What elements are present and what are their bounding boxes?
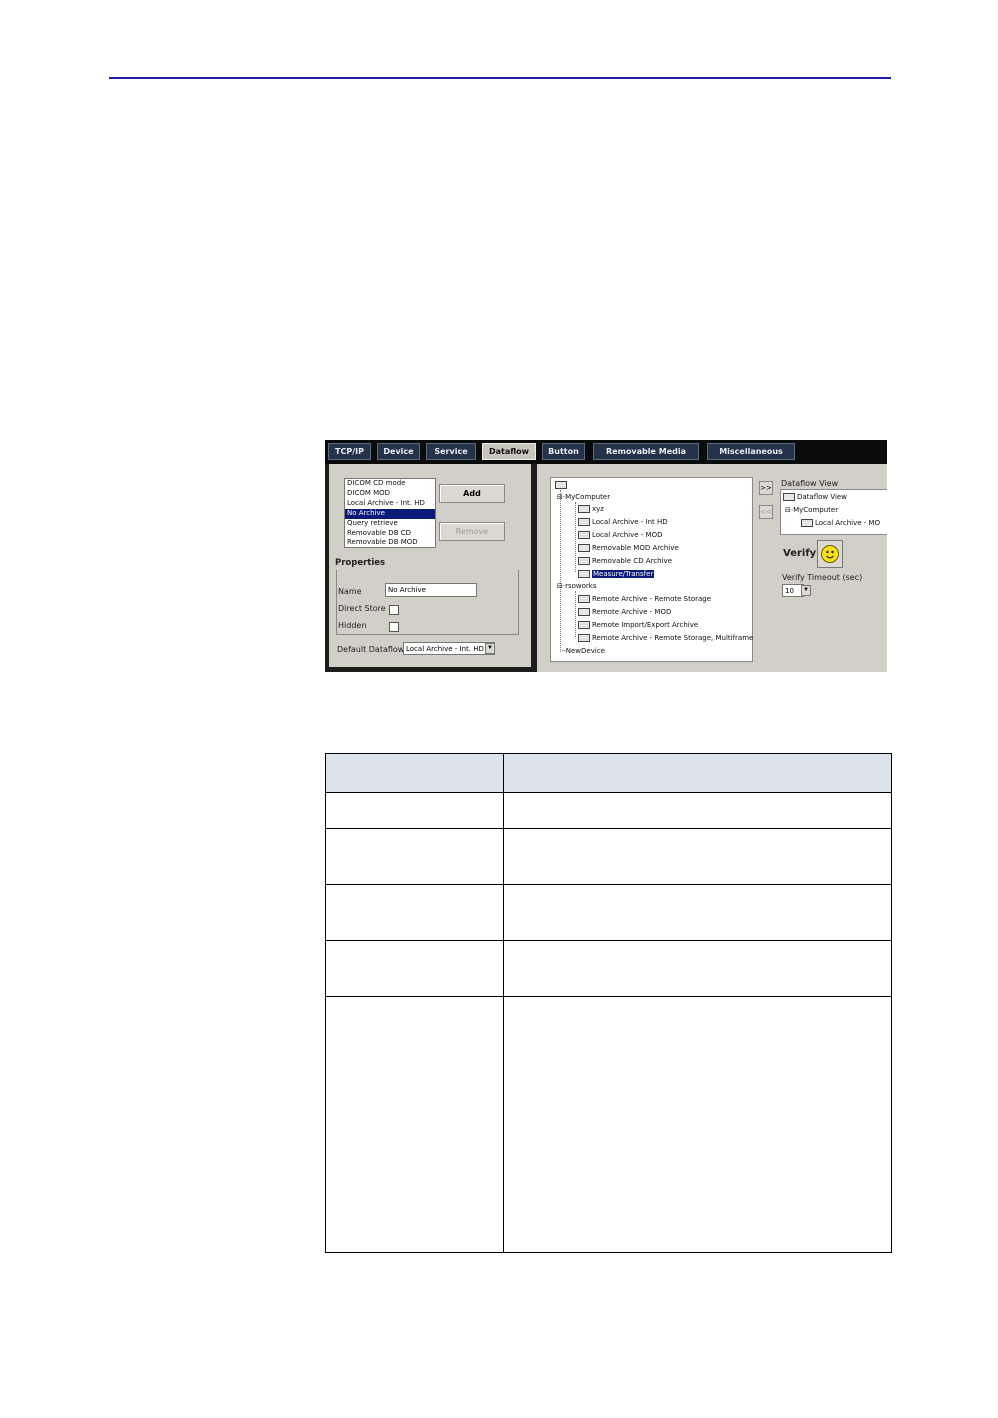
list-item[interactable]: Removable DB MOD [345, 538, 435, 548]
tree-node-mycomputer[interactable]: ⊟· MyComputer [557, 493, 610, 501]
storage-icon [578, 634, 590, 642]
storage-icon [578, 518, 590, 526]
table-row [325, 884, 892, 941]
verify-button[interactable] [817, 540, 843, 568]
tab-dataflow[interactable]: Dataflow [482, 443, 536, 460]
table-row [325, 996, 892, 1253]
tree-item[interactable]: Remote Archive - Remote Storage [578, 595, 711, 603]
printer-icon [578, 505, 590, 513]
properties-label: Properties [335, 558, 386, 568]
header-rule [109, 77, 891, 79]
list-item-selected[interactable]: No Archive [345, 508, 435, 519]
chevron-down-icon[interactable]: ▼ [801, 585, 811, 596]
table-header-row [325, 753, 892, 793]
list-item[interactable]: Local Archive - Int. HD [345, 499, 435, 509]
tab-tcpip[interactable]: TCP/IP [328, 443, 371, 460]
table-cell [325, 828, 504, 885]
tree-item[interactable]: Local Archive - Int HD [578, 518, 668, 526]
table-cell [325, 940, 504, 997]
tab-removable-media[interactable]: Removable Media [593, 443, 699, 460]
table-cell [325, 792, 504, 829]
dataflow-config-screenshot: TCP/IP Device Service Dataflow Button Re… [325, 440, 887, 672]
tree-item[interactable]: Local Archive - MOD [578, 531, 662, 539]
smiley-icon [821, 545, 839, 563]
hidden-checkbox[interactable] [389, 622, 399, 632]
list-item[interactable]: Removable DB CD [345, 529, 435, 539]
direct-store-checkbox[interactable] [389, 605, 399, 615]
list-item[interactable]: Query retrieve [345, 519, 435, 529]
table-cell [325, 884, 504, 941]
tree-item[interactable]: ⊟· MyComputer [785, 506, 838, 514]
verify-label: Verify [783, 548, 817, 559]
table-cell [503, 884, 892, 941]
tree-item[interactable]: Remote Import/Export Archive [578, 621, 698, 629]
table-row [325, 792, 892, 829]
dataflow-view-label: Dataflow View [781, 479, 839, 488]
table-cell [503, 828, 892, 885]
dataflow-listbox[interactable]: DICOM CD mode DICOM MOD Local Archive - … [344, 478, 436, 548]
table-cell [503, 996, 892, 1253]
verify-timeout-label: Verify Timeout (sec) [782, 573, 863, 582]
storage-icon [801, 519, 813, 527]
device-tree[interactable]: ⊟· MyComputer xyz Local Archive - Int HD … [550, 477, 753, 662]
add-button[interactable]: Add [439, 484, 505, 503]
storage-icon [578, 544, 590, 552]
tree-item[interactable]: Removable MOD Archive [578, 544, 679, 552]
dataflow-left-panel: DICOM CD mode DICOM MOD Local Archive - … [329, 464, 531, 667]
default-dataflow-label: Default Dataflow [337, 645, 405, 654]
parameter-table [325, 753, 892, 1253]
table-header-cell [503, 753, 892, 793]
tab-button[interactable]: Button [542, 443, 585, 460]
default-dataflow-select[interactable]: Local Archive - Int. HD [403, 642, 495, 655]
chevron-down-icon[interactable]: ▼ [485, 643, 495, 654]
hidden-label: Hidden [338, 621, 367, 630]
tree-item[interactable]: Local Archive - MO [801, 519, 880, 527]
direct-store-label: Direct Store [338, 604, 386, 613]
tree-line [575, 502, 576, 572]
table-cell [503, 940, 892, 997]
move-left-button[interactable]: << [759, 505, 773, 519]
tree-item[interactable]: Removable CD Archive [578, 557, 672, 565]
tree-node-new-device[interactable]: ·- NewDevice [561, 647, 605, 655]
storage-icon [578, 595, 590, 603]
storage-icon [578, 608, 590, 616]
name-field[interactable]: No Archive [385, 583, 477, 597]
remove-button[interactable]: Remove [439, 522, 505, 541]
name-label: Name [338, 587, 362, 596]
tree-item[interactable]: Remote Archive - MOD [578, 608, 671, 616]
tree-item[interactable]: xyz [578, 505, 604, 513]
dataflow-right-panel: ⊟· MyComputer xyz Local Archive - Int HD … [537, 464, 887, 672]
storage-icon [578, 621, 590, 629]
tab-service[interactable]: Service [426, 443, 476, 460]
table-row [325, 828, 892, 885]
tree-item[interactable]: Dataflow View [783, 493, 847, 501]
table-header-cell [325, 753, 504, 793]
tree-line [575, 591, 576, 637]
tab-device[interactable]: Device [377, 443, 420, 460]
tree-line [560, 490, 561, 652]
tree-root[interactable] [555, 481, 569, 489]
table-cell [503, 792, 892, 829]
tree-item-selected[interactable]: Measure/Transfer [578, 570, 655, 578]
tree-node-network[interactable]: ⊟· rsoworks [557, 582, 597, 590]
storage-icon [578, 570, 590, 578]
list-item[interactable]: DICOM CD mode [345, 479, 435, 489]
tab-miscellaneous[interactable]: Miscellaneous [707, 443, 795, 460]
table-row [325, 940, 892, 997]
tree-item[interactable]: Remote Archive - Remote Storage, Multifr… [578, 634, 753, 642]
dataflow-view-tree[interactable]: Dataflow View ⊟· MyComputer Local Archive… [780, 489, 887, 535]
list-item[interactable]: DICOM MOD [345, 489, 435, 499]
tab-bar: TCP/IP Device Service Dataflow Button Re… [325, 440, 887, 464]
table-cell [325, 996, 504, 1253]
computer-icon [555, 481, 567, 489]
storage-icon [578, 531, 590, 539]
move-right-button[interactable]: >> [759, 481, 773, 495]
storage-icon [578, 557, 590, 565]
computer-icon [783, 493, 795, 501]
